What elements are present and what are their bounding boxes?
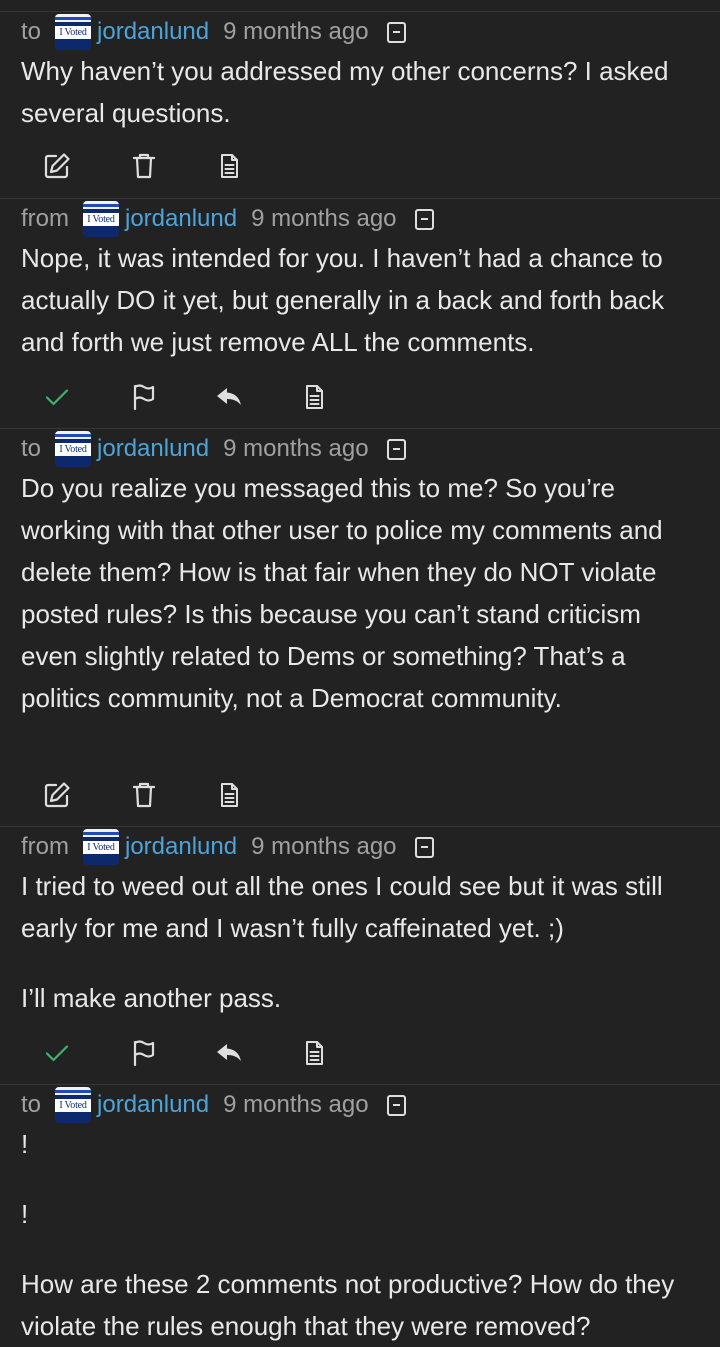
collapse-icon[interactable]	[386, 438, 406, 460]
avatar-badge-text: I Voted	[55, 443, 92, 456]
message-item: to I Voted jordanlund 9 months ago Why h…	[0, 11, 720, 187]
reply-icon[interactable]	[214, 382, 244, 412]
reply-icon[interactable]	[214, 1038, 244, 1068]
mark-read-check-icon[interactable]	[42, 382, 72, 412]
timestamp: 9 months ago	[251, 833, 397, 860]
message-text: I tried to weed out all the ones I could…	[21, 871, 663, 943]
message-meta: to I Voted jordanlund 9 months ago	[21, 1087, 406, 1123]
avatar[interactable]: I Voted	[55, 431, 92, 467]
collapse-icon[interactable]	[414, 208, 434, 230]
view-source-icon[interactable]	[299, 382, 329, 412]
view-source-icon[interactable]	[214, 151, 244, 181]
avatar-badge-text: I Voted	[83, 841, 119, 854]
message-body: ! ! How are these 2 comments not product…	[21, 1123, 701, 1347]
message-body: Why haven’t you addressed my other conce…	[21, 50, 701, 134]
message-item: from I Voted jordanlund 9 months ago Nop…	[0, 198, 720, 426]
message-body: Do you realize you messaged this to me? …	[21, 467, 701, 719]
message-text: !	[21, 1129, 29, 1159]
message-body: Nope, it was intended for you. I haven’t…	[21, 237, 701, 363]
username-link[interactable]: jordanlund	[125, 833, 237, 861]
message-item: to I Voted jordanlund 9 months ago Do yo…	[0, 428, 720, 824]
timestamp: 9 months ago	[251, 205, 397, 232]
avatar-badge-text: I Voted	[55, 26, 92, 39]
message-meta: to I Voted jordanlund 9 months ago	[21, 431, 406, 467]
timestamp: 9 months ago	[223, 1091, 369, 1118]
message-meta: from I Voted jordanlund 9 months ago	[21, 201, 434, 237]
collapse-icon[interactable]	[386, 1094, 406, 1116]
avatar[interactable]: I Voted	[55, 1087, 92, 1123]
message-meta: from I Voted jordanlund 9 months ago	[21, 829, 434, 865]
edit-icon[interactable]	[42, 151, 72, 181]
timestamp: 9 months ago	[223, 435, 369, 462]
avatar[interactable]: I Voted	[83, 829, 119, 865]
view-source-icon[interactable]	[214, 780, 244, 810]
message-item: from I Voted jordanlund 9 months ago I t…	[0, 826, 720, 1082]
message-body: I tried to weed out all the ones I could…	[21, 865, 701, 1019]
avatar-badge-text: I Voted	[83, 213, 119, 226]
timestamp: 9 months ago	[223, 18, 369, 45]
username-link[interactable]: jordanlund	[97, 1091, 209, 1119]
username-link[interactable]: jordanlund	[125, 205, 237, 233]
direction-label: to	[21, 435, 42, 462]
view-source-icon[interactable]	[299, 1038, 329, 1068]
direction-label: from	[21, 833, 69, 860]
avatar-badge-text: I Voted	[55, 1099, 92, 1112]
trash-icon[interactable]	[129, 780, 159, 810]
message-text: !	[21, 1199, 29, 1229]
message-text: Do you realize you messaged this to me? …	[21, 473, 663, 713]
avatar[interactable]: I Voted	[83, 201, 119, 237]
username-link[interactable]: jordanlund	[97, 435, 209, 463]
report-flag-icon[interactable]	[129, 382, 159, 412]
message-text: How are these 2 comments not productive?…	[21, 1269, 675, 1341]
username-link[interactable]: jordanlund	[97, 18, 209, 46]
edit-icon[interactable]	[42, 780, 72, 810]
avatar[interactable]: I Voted	[55, 14, 92, 50]
message-text: Nope, it was intended for you. I haven’t…	[21, 243, 665, 357]
direction-label: from	[21, 205, 69, 232]
collapse-icon[interactable]	[386, 21, 406, 43]
mark-read-check-icon[interactable]	[42, 1038, 72, 1068]
report-flag-icon[interactable]	[129, 1038, 159, 1068]
collapse-icon[interactable]	[414, 836, 434, 858]
message-text: Why haven’t you addressed my other conce…	[21, 56, 669, 128]
direction-label: to	[21, 1091, 42, 1118]
message-item: to I Voted jordanlund 9 months ago ! ! H…	[0, 1084, 720, 1344]
direction-label: to	[21, 18, 42, 45]
trash-icon[interactable]	[129, 151, 159, 181]
message-meta: to I Voted jordanlund 9 months ago	[21, 14, 406, 50]
message-text: I’ll make another pass.	[21, 983, 282, 1013]
